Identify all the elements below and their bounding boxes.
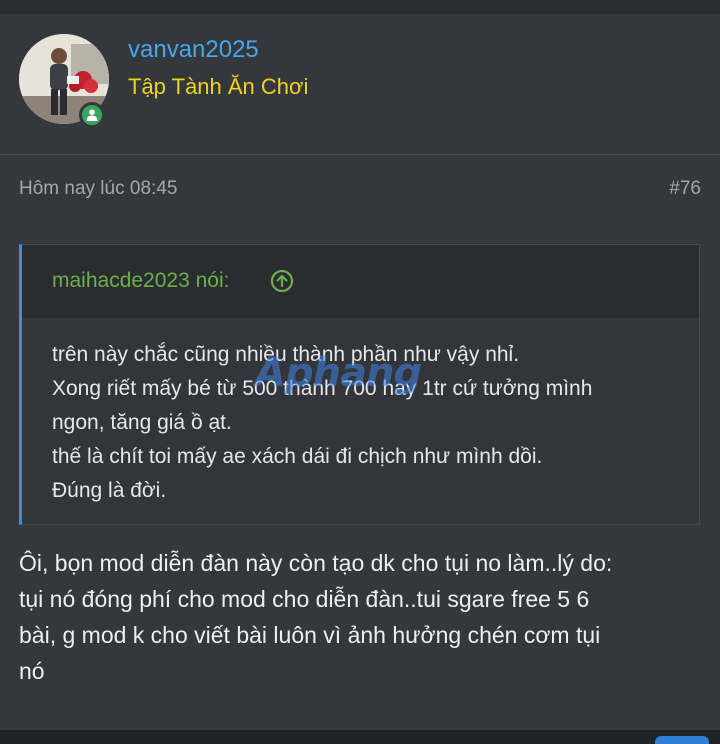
quote-header: maihacde2023 nói: <box>22 245 699 318</box>
user-title: Tập Tành Ăn Chơi <box>128 74 309 99</box>
quote-block: maihacde2023 nói: trên này chắc cũng nhi… <box>19 244 700 525</box>
message-line: bài, g mod k cho viết bài luôn vì ảnh hư… <box>19 622 601 648</box>
message-line: Ôi, bọn mod diễn đàn này còn tạo dk cho … <box>19 550 613 576</box>
quote-line: trên này chắc cũng nhiều thành phần như … <box>52 343 520 366</box>
message-line: nó <box>19 658 45 684</box>
online-status-icon <box>79 102 105 128</box>
forum-post: vanvan2025 Tập Tành Ăn Chơi Hôm nay lúc … <box>0 14 720 730</box>
post-number-link[interactable]: #76 <box>669 178 701 200</box>
top-strip <box>0 0 720 14</box>
bottom-action-button[interactable] <box>655 736 709 744</box>
quote-line: ngon, tăng giá ồ ạt. <box>52 411 232 434</box>
jump-to-quote-icon[interactable] <box>270 269 294 293</box>
quote-line: thế là chít toi mấy ae xách dái đi chịch… <box>52 445 543 468</box>
divider <box>0 154 720 155</box>
quote-author[interactable]: maihacde2023 nói: <box>52 269 229 293</box>
quote-line: Đúng là đời. <box>52 479 167 502</box>
post-date[interactable]: Hôm nay lúc 08:45 <box>19 178 177 200</box>
message-line: tụi nó đóng phí cho mod cho diễn đàn..tu… <box>19 586 590 612</box>
user-header: vanvan2025 Tập Tành Ăn Chơi <box>0 14 720 154</box>
username-link[interactable]: vanvan2025 <box>128 36 259 64</box>
bottom-strip <box>0 730 720 744</box>
quote-line: Xong riết mấy bé từ 500 thành 700 hay 1t… <box>52 377 593 400</box>
quote-body: trên này chắc cũng nhiều thành phần như … <box>22 318 699 524</box>
